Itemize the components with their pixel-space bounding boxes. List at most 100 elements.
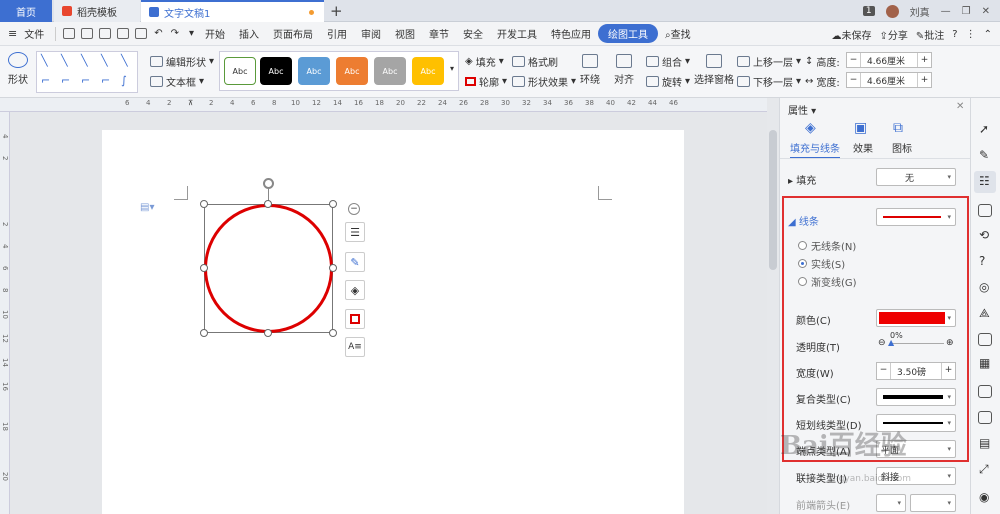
curve-arrow-icon[interactable]: ⌐: [81, 74, 90, 87]
shapes-icon[interactable]: ◎: [979, 280, 989, 294]
fill-button[interactable]: ◈ 填充 ▾: [465, 54, 504, 69]
resize-handle-e[interactable]: [329, 264, 337, 272]
curve-connector-icon[interactable]: ⌐: [61, 74, 70, 87]
hamburger-icon[interactable]: ≡: [8, 27, 17, 40]
resize-handle-sw[interactable]: [200, 329, 208, 337]
fullscreen-icon[interactable]: ⤢: [979, 462, 989, 477]
undo-icon[interactable]: ↶: [154, 28, 162, 39]
begin-arrow-size-select[interactable]: ▾: [910, 494, 956, 512]
height-decrease-button[interactable]: −: [847, 53, 861, 67]
width-increase-button[interactable]: +: [917, 73, 931, 87]
style-gray[interactable]: Abc: [374, 57, 406, 85]
menu-review[interactable]: 审阅: [354, 26, 388, 41]
style-options-button[interactable]: ✎: [345, 252, 365, 272]
print-icon[interactable]: [99, 28, 112, 39]
style-blue[interactable]: Abc: [298, 57, 330, 85]
menu-drawing-tools[interactable]: 绘图工具: [598, 24, 659, 43]
quick-access-dropdown-icon[interactable]: ▾: [189, 28, 194, 39]
menu-developer[interactable]: 开发工具: [490, 26, 544, 41]
tab-icon[interactable]: 图标: [892, 140, 912, 155]
menu-insert[interactable]: 插入: [232, 26, 266, 41]
unsaved-button[interactable]: ☁未保存: [832, 27, 872, 42]
more-icon[interactable]: ⋮: [966, 29, 976, 40]
fill-section-header[interactable]: ▸ 填充: [788, 172, 816, 187]
fill-select[interactable]: 无 ▾: [876, 168, 956, 186]
outline-button[interactable]: 轮廓 ▾: [465, 74, 507, 89]
wrap-button[interactable]: 环绕: [580, 54, 600, 86]
line-shapes-gallery[interactable]: ╲ ╲ ╲ ╲ ╲ ⌐ ⌐ ⌐ ⌐ ∫: [36, 51, 138, 93]
align-button[interactable]: 对齐: [614, 54, 634, 86]
group-button[interactable]: 组合 ▾: [646, 54, 690, 69]
paragraph-layout-icon[interactable]: ▤▾: [140, 202, 154, 213]
spellcheck-icon[interactable]: [135, 28, 148, 39]
collapse-ribbon-icon[interactable]: ⌃: [984, 29, 992, 40]
annotate-button[interactable]: ✎批注: [916, 27, 944, 42]
document-page[interactable]: ▤▾: [102, 130, 684, 514]
location-icon[interactable]: ◉: [979, 490, 989, 504]
style-outline-green[interactable]: Abc: [224, 57, 256, 85]
cube-icon[interactable]: ⟁: [979, 306, 990, 321]
resize-handle-s[interactable]: [264, 329, 272, 337]
resize-handle-se[interactable]: [329, 329, 337, 337]
rotate-button[interactable]: 旋转 ▾: [646, 74, 690, 89]
shape-button[interactable]: 形状: [8, 52, 28, 86]
pen-tool-icon[interactable]: ✎: [979, 148, 989, 162]
width-stepper[interactable]: − 4.66厘米 +: [846, 72, 932, 88]
format-painter-button[interactable]: 格式刷: [512, 54, 558, 69]
height-increase-button[interactable]: +: [917, 53, 931, 67]
gallery-more-icon[interactable]: ▾: [450, 64, 454, 73]
user-avatar[interactable]: [885, 4, 899, 18]
selection-pane-button[interactable]: 选择窗格: [694, 54, 734, 86]
help-icon[interactable]: ?: [979, 254, 985, 268]
minimize-icon[interactable]: —: [941, 6, 951, 17]
menu-start[interactable]: 开始: [198, 26, 232, 41]
horizontal-ruler[interactable]: 6 4 2 ⊼ 2 4 6 8 10 12 14 16 18 20 22 24 …: [0, 98, 767, 112]
window-count-badge[interactable]: 1: [862, 6, 875, 16]
export-pdf-icon[interactable]: [81, 28, 94, 39]
height-stepper[interactable]: − 4.66厘米 +: [846, 52, 932, 68]
share-button[interactable]: ⇪分享: [880, 27, 908, 42]
resize-handle-n[interactable]: [264, 200, 272, 208]
rotate-handle[interactable]: [263, 178, 274, 189]
select-cursor-icon[interactable]: ➚: [979, 122, 989, 136]
double-arrow-line-icon[interactable]: ╲: [81, 54, 88, 67]
search-button[interactable]: ⌕查找: [658, 26, 698, 41]
sliders-icon[interactable]: ☷: [979, 174, 990, 188]
begin-arrow-type-select[interactable]: ▾: [876, 494, 906, 512]
menu-features[interactable]: 特色应用: [544, 26, 598, 41]
line-icon[interactable]: ╲: [41, 54, 48, 67]
tab-template[interactable]: 稻壳模板: [54, 0, 140, 22]
tab-home[interactable]: 首页: [0, 0, 52, 22]
text-box-button[interactable]: 文本框 ▾: [150, 74, 204, 89]
circle-shape[interactable]: [204, 204, 333, 333]
close-window-icon[interactable]: ✕: [982, 6, 990, 17]
layer-icon[interactable]: [978, 411, 992, 424]
layout-options-button[interactable]: ☰: [345, 222, 365, 242]
text-options-button[interactable]: A≡: [345, 337, 365, 357]
curve-double-arrow-icon[interactable]: ⌐: [101, 74, 110, 87]
tab-effect[interactable]: 效果: [853, 140, 873, 155]
resize-handle-nw[interactable]: [200, 200, 208, 208]
export-icon[interactable]: [978, 204, 992, 217]
style-black[interactable]: Abc: [260, 57, 292, 85]
tab-document[interactable]: 文字文稿1: [141, 0, 324, 22]
send-backward-button[interactable]: 下移一层 ▾: [737, 74, 801, 89]
indent-marker-icon[interactable]: ⊼: [188, 99, 193, 107]
panel-title[interactable]: 属性 ▾: [788, 102, 816, 117]
fill-options-button[interactable]: ◈: [345, 280, 365, 300]
menu-chapter[interactable]: 章节: [422, 26, 456, 41]
new-tab-button[interactable]: +: [330, 2, 343, 20]
help-button[interactable]: ?: [952, 29, 957, 40]
menu-security[interactable]: 安全: [456, 26, 490, 41]
save-icon[interactable]: [63, 28, 76, 39]
scrollbar-thumb[interactable]: [769, 130, 777, 270]
redo-icon[interactable]: ↷: [171, 28, 179, 39]
arrow-line-icon[interactable]: ╲: [61, 54, 68, 67]
tab-fill-and-line[interactable]: 填充与线条: [790, 140, 840, 159]
menu-file[interactable]: 文件: [17, 26, 51, 41]
print-preview-icon[interactable]: [117, 28, 130, 39]
image-icon[interactable]: [978, 385, 992, 398]
resize-handle-ne[interactable]: [329, 200, 337, 208]
edit-shape-button[interactable]: 编辑形状 ▾: [150, 54, 214, 69]
resize-handle-w[interactable]: [200, 264, 208, 272]
